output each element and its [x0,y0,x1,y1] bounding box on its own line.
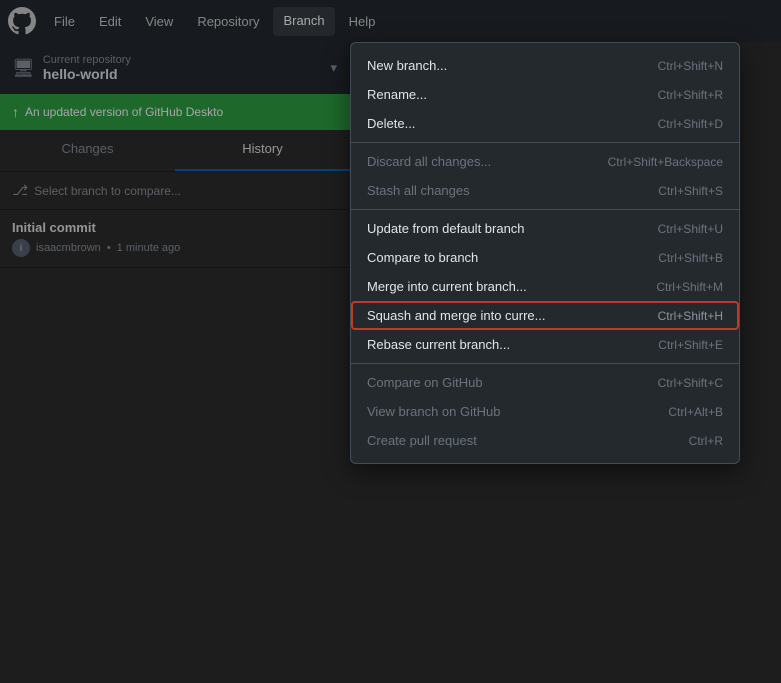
menu-item-squash-merge[interactable]: Squash and merge into curre... Ctrl+Shif… [351,301,739,330]
menu-item-update-default[interactable]: Update from default branch Ctrl+Shift+U [351,214,739,243]
menu-section-1: New branch... Ctrl+Shift+N Rename... Ctr… [351,47,739,143]
branch-dropdown-menu: New branch... Ctrl+Shift+N Rename... Ctr… [350,42,740,464]
menu-item-discard-all: Discard all changes... Ctrl+Shift+Backsp… [351,147,739,176]
menu-item-rebase[interactable]: Rebase current branch... Ctrl+Shift+E [351,330,739,359]
menu-section-2: Discard all changes... Ctrl+Shift+Backsp… [351,143,739,210]
menu-item-new-branch[interactable]: New branch... Ctrl+Shift+N [351,51,739,80]
menu-section-4: Compare on GitHub Ctrl+Shift+C View bran… [351,364,739,459]
menu-item-pull-request: Create pull request Ctrl+R [351,426,739,455]
menu-item-stash-all: Stash all changes Ctrl+Shift+S [351,176,739,205]
menu-item-merge-into[interactable]: Merge into current branch... Ctrl+Shift+… [351,272,739,301]
menu-item-compare-to[interactable]: Compare to branch Ctrl+Shift+B [351,243,739,272]
menu-item-delete[interactable]: Delete... Ctrl+Shift+D [351,109,739,138]
menu-item-view-github: View branch on GitHub Ctrl+Alt+B [351,397,739,426]
menu-item-rename[interactable]: Rename... Ctrl+Shift+R [351,80,739,109]
menu-item-compare-github: Compare on GitHub Ctrl+Shift+C [351,368,739,397]
menu-section-3: Update from default branch Ctrl+Shift+U … [351,210,739,364]
